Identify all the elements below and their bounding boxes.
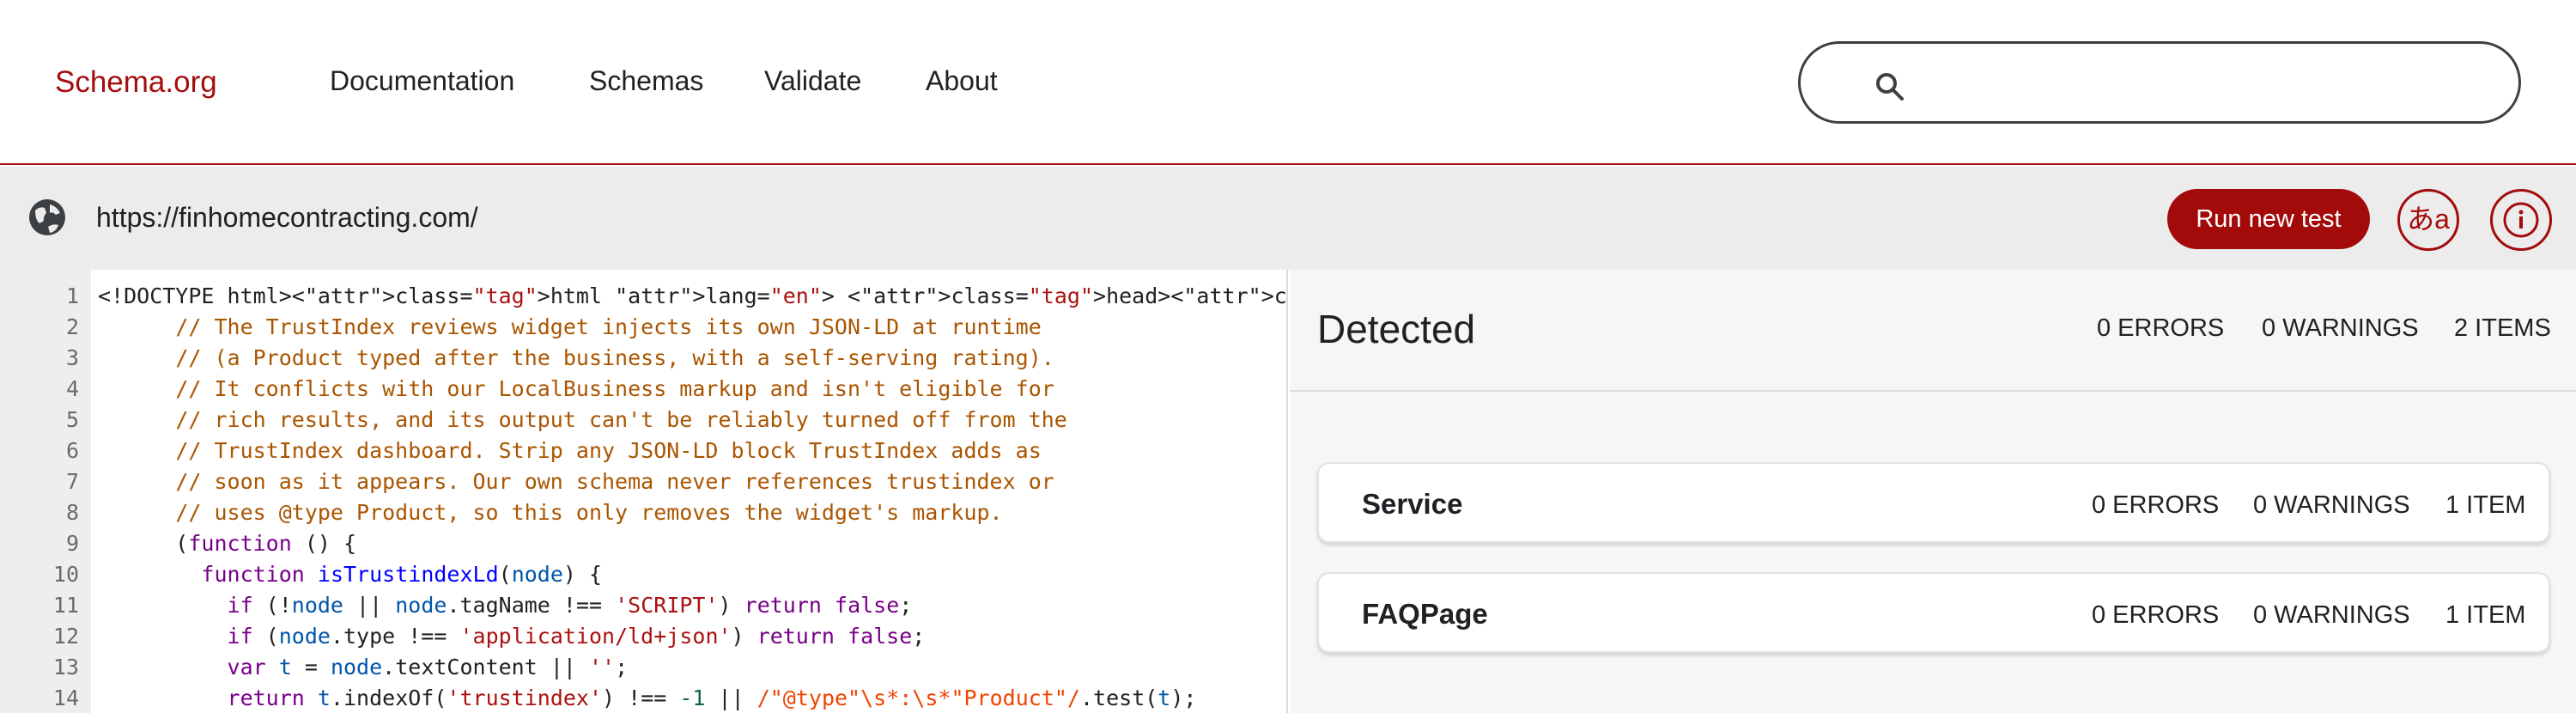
line-number: 6 (65, 438, 79, 463)
run-new-test-button[interactable]: Run new test (2167, 189, 2370, 249)
line-number: 10 (52, 562, 79, 587)
line-number: 14 (52, 686, 79, 710)
nav-about[interactable]: About (926, 65, 998, 97)
card-items: 1 ITEM (2445, 491, 2526, 519)
results-title: Detected (1317, 307, 1476, 351)
total-errors: 0 ERRORS (2097, 314, 2225, 342)
total-warnings: 0 WARNINGS (2262, 314, 2419, 342)
code-line: (function () { (98, 531, 357, 556)
code-line: var t = node.textContent || ''; (227, 655, 629, 679)
search-icon (1876, 73, 1904, 101)
url-bar: https://finhomecontracting.com/ Run new … (0, 167, 2576, 270)
language-button[interactable]: あa (2397, 189, 2459, 251)
search-input[interactable] (1798, 41, 2521, 124)
line-number: 9 (65, 531, 79, 556)
code-line: return t.indexOf('trustindex') !== -1 ||… (227, 686, 1197, 710)
tested-url[interactable]: https://finhomecontracting.com/ (96, 202, 478, 234)
code-line: // TrustIndex dashboard. Strip any JSON-… (175, 438, 1042, 463)
result-card-faqpage[interactable]: FAQPage 0 ERRORS 0 WARNINGS 1 ITEM (1317, 572, 2550, 653)
line-number-gutter: 1 2 3 4 5 6 7 8 9 10 11 12 13 14 (0, 270, 91, 713)
card-items: 1 ITEM (2445, 601, 2526, 629)
code-line: // soon as it appears. Our own schema ne… (175, 469, 1054, 494)
results-panel: Detected 0 ERRORS 0 WARNINGS 2 ITEMS Ser… (1290, 270, 2576, 713)
code-line: // rich results, and its output can't be… (175, 407, 1067, 432)
card-type-name: Service (1362, 488, 1463, 520)
nav-validate[interactable]: Validate (764, 65, 861, 97)
code-line: if (node.type !== 'application/ld+json')… (227, 624, 926, 649)
site-logo[interactable]: Schema.org (55, 65, 217, 100)
language-icon: あa (2407, 204, 2450, 235)
card-warnings: 0 WARNINGS (2253, 491, 2410, 519)
line-number: 8 (65, 500, 79, 525)
line-number: 5 (65, 407, 79, 432)
card-errors: 0 ERRORS (2092, 491, 2220, 519)
card-type-name: FAQPage (1362, 598, 1488, 630)
line-number: 11 (52, 593, 79, 618)
line-number: 1 (65, 283, 79, 308)
top-navigation: Schema.org Documentation Schemas Validat… (0, 0, 2576, 165)
line-number: 2 (65, 314, 79, 339)
code-line: function isTrustindexLd(node) { (201, 562, 603, 587)
results-header: Detected 0 ERRORS 0 WARNINGS 2 ITEMS (1290, 270, 2576, 392)
line-number: 3 (65, 345, 79, 370)
result-card-service[interactable]: Service 0 ERRORS 0 WARNINGS 1 ITEM (1317, 462, 2550, 543)
code-line: // The TrustIndex reviews widget injects… (175, 314, 1042, 339)
code-line: if (!node || node.tagName !== 'SCRIPT') … (227, 593, 913, 618)
nav-documentation[interactable]: Documentation (330, 65, 514, 97)
info-icon (2503, 202, 2539, 238)
globe-icon (29, 199, 65, 235)
source-code-editor[interactable]: 1 2 3 4 5 6 7 8 9 10 11 12 13 14 <!DOCTY… (0, 270, 1288, 713)
card-errors: 0 ERRORS (2092, 601, 2220, 629)
code-line: // uses @type Product, so this only remo… (175, 500, 1003, 525)
code-line: <!DOCTYPE html><"attr">class="tag">html … (98, 283, 1287, 308)
total-items: 2 ITEMS (2454, 314, 2551, 342)
line-number: 12 (52, 624, 79, 649)
line-number: 7 (65, 469, 79, 494)
line-number: 13 (52, 655, 79, 679)
card-warnings: 0 WARNINGS (2253, 601, 2410, 629)
nav-schemas[interactable]: Schemas (589, 65, 703, 97)
code-line: // (a Product typed after the business, … (175, 345, 1054, 370)
line-number: 4 (65, 376, 79, 401)
info-button[interactable] (2490, 189, 2552, 251)
code-line: // It conflicts with our LocalBusiness m… (175, 376, 1054, 401)
